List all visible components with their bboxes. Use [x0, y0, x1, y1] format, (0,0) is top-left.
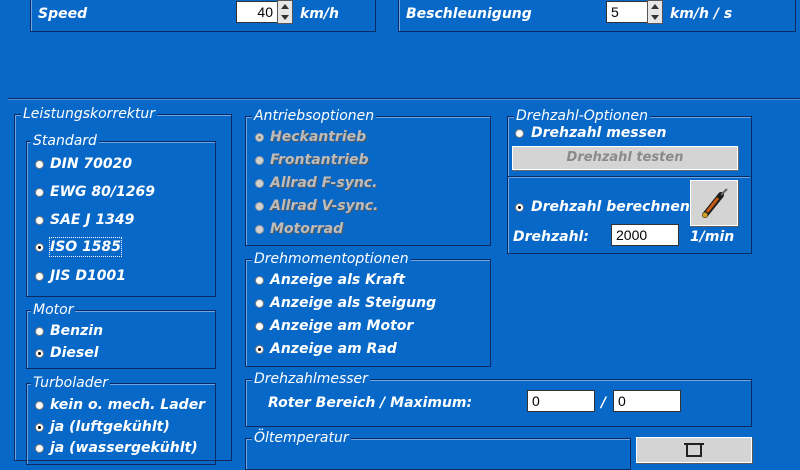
option-ewg[interactable]: EWG 80/1269: [50, 183, 155, 201]
spin-down-icon[interactable]: [281, 15, 289, 20]
drehzahlmesser-title: Drehzahlmesser: [252, 370, 370, 388]
spin-down-icon[interactable]: [651, 15, 659, 20]
option-allrad-v[interactable]: Allrad V-sync.: [270, 197, 378, 215]
option-sae[interactable]: SAE J 1349: [50, 211, 134, 229]
radio-anzeige-steigung[interactable]: [255, 299, 264, 308]
maximum-input[interactable]: 0: [613, 390, 681, 412]
option-iso[interactable]: ISO 1585: [48, 237, 123, 257]
option-heckantrieb[interactable]: Heckantrieb: [270, 128, 366, 146]
radio-jis[interactable]: [35, 272, 44, 281]
option-benzin[interactable]: Benzin: [50, 322, 103, 340]
option-drehzahl-messen[interactable]: Drehzahl messen: [531, 124, 666, 142]
radio-benzin[interactable]: [35, 327, 44, 336]
radio-din[interactable]: [35, 160, 44, 169]
option-anzeige-steigung[interactable]: Anzeige als Steigung: [270, 294, 436, 312]
option-anzeige-motor[interactable]: Anzeige am Motor: [270, 317, 413, 335]
section-divider: [8, 98, 800, 100]
print-button[interactable]: [636, 437, 752, 463]
radio-wassergekuehlt[interactable]: [35, 444, 44, 453]
drehzahl-optionen-title: Drehzahl-Optionen: [514, 107, 650, 125]
option-motorrad[interactable]: Motorrad: [270, 220, 343, 238]
accel-unit: km/h / s: [670, 6, 733, 22]
radio-luftgekuehlt[interactable]: [35, 423, 44, 432]
drehzahl-unit: 1/min: [690, 229, 735, 245]
leistungskorrektur-title: Leistungskorrektur: [21, 105, 158, 123]
option-anzeige-kraft[interactable]: Anzeige als Kraft: [270, 271, 405, 289]
radio-allrad-f[interactable]: [255, 179, 264, 188]
radio-drehzahl-messen[interactable]: [515, 129, 524, 138]
radio-anzeige-rad[interactable]: [255, 345, 264, 354]
radio-anzeige-kraft[interactable]: [255, 276, 264, 285]
option-luftgekuehlt[interactable]: ja (luftgekühlt): [50, 418, 170, 436]
radio-drehzahl-berechnen[interactable]: [515, 203, 524, 212]
pen-icon: [702, 188, 728, 218]
speed-spinner[interactable]: [277, 0, 293, 24]
option-din[interactable]: DIN 70020: [50, 155, 132, 173]
accel-input[interactable]: 5: [606, 1, 648, 23]
oeltemperatur-group: Öltemperatur: [245, 429, 631, 470]
accel-label: Beschleunigung: [406, 6, 532, 22]
roter-bereich-input[interactable]: 0: [527, 390, 595, 412]
option-allrad-f[interactable]: Allrad F-sync.: [270, 174, 377, 192]
radio-sae[interactable]: [35, 216, 44, 225]
oeltemperatur-title: Öltemperatur: [252, 429, 351, 447]
radio-allrad-v[interactable]: [255, 202, 264, 211]
radio-anzeige-motor[interactable]: [255, 322, 264, 331]
calculator-button[interactable]: [690, 180, 738, 226]
spin-up-icon[interactable]: [651, 4, 659, 9]
option-drehzahl-berechnen[interactable]: Drehzahl berechnen: [531, 198, 690, 216]
radio-heckantrieb[interactable]: [255, 133, 264, 142]
antriebsoptionen-title: Antriebsoptionen: [252, 107, 377, 125]
accel-spinner[interactable]: [647, 0, 663, 24]
speed-unit: km/h: [300, 6, 339, 22]
spin-up-icon[interactable]: [281, 4, 289, 9]
motor-title: Motor: [31, 301, 76, 319]
option-jis[interactable]: JIS D1001: [50, 267, 126, 285]
roter-bereich-label: Roter Bereich / Maximum:: [268, 395, 473, 411]
range-separator: /: [601, 395, 607, 411]
option-anzeige-rad[interactable]: Anzeige am Rad: [270, 340, 397, 358]
drehzahl-input[interactable]: 2000: [611, 224, 679, 246]
drehzahl-separator: [508, 176, 750, 178]
radio-diesel[interactable]: [35, 349, 44, 358]
radio-frontantrieb[interactable]: [255, 156, 264, 165]
standard-title: Standard: [31, 132, 99, 150]
radio-iso[interactable]: [35, 243, 44, 252]
turbolader-title: Turbolader: [31, 374, 110, 392]
printer-icon: [684, 443, 704, 457]
speed-input[interactable]: 40: [236, 1, 278, 23]
option-diesel[interactable]: Diesel: [50, 344, 99, 362]
radio-ewg[interactable]: [35, 188, 44, 197]
option-wassergekuehlt[interactable]: ja (wassergekühlt): [50, 439, 198, 457]
radio-kein-lader[interactable]: [35, 401, 44, 410]
drehmomentoptionen-title: Drehmomentoptionen: [252, 250, 411, 268]
drehzahl-testen-button[interactable]: Drehzahl testen: [512, 146, 738, 170]
speed-label: Speed: [38, 6, 88, 22]
option-kein-lader[interactable]: kein o. mech. Lader: [50, 396, 205, 414]
radio-motorrad[interactable]: [255, 225, 264, 234]
option-frontantrieb[interactable]: Frontantrieb: [270, 151, 369, 169]
drehzahl-label: Drehzahl:: [513, 229, 589, 245]
